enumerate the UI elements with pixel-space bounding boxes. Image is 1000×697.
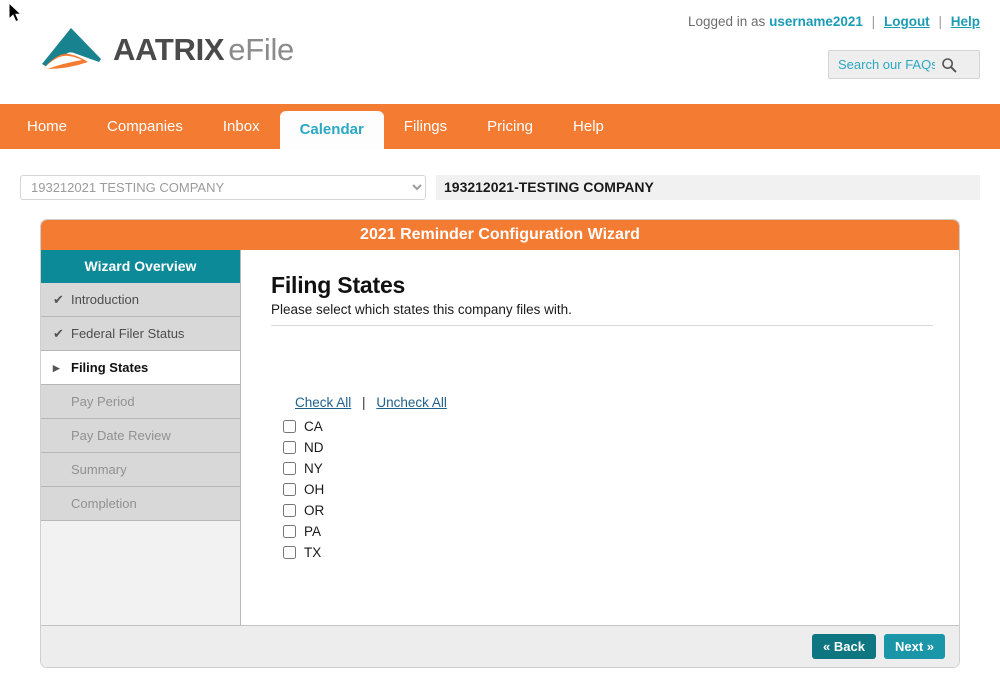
checkall-separator: | [362,395,366,410]
help-link[interactable]: Help [951,14,980,29]
state-label[interactable]: CA [304,419,323,434]
state-checkbox-or[interactable] [283,504,296,517]
wizard-step-label: Pay Date Review [71,427,171,443]
login-prefix: Logged in as [687,14,766,29]
caret-right-icon: ▸ [53,359,60,375]
state-checkbox-row[interactable]: CA [283,416,933,437]
sidebar-filler [41,521,240,625]
wizard-step-label: Federal Filer Status [71,325,185,341]
wizard-footer: « Back Next » [41,625,959,667]
nav-item-pricing[interactable]: Pricing [467,104,553,149]
wizard-step-label: Completion [71,495,137,511]
page-subtitle: Please select which states this company … [271,302,572,317]
state-checkbox-row[interactable]: NY [283,458,933,479]
page-title: Filing States [271,272,406,298]
wizard-title: 2021 Reminder Configuration Wizard [41,220,959,250]
company-select[interactable]: 193212021 TESTING COMPANY [20,175,426,200]
wizard-step-pay-period[interactable]: Pay Period [41,385,240,419]
back-button[interactable]: « Back [812,634,876,659]
site-header: AATRIX eFile Logged in as username2021 | … [0,0,1000,104]
state-label[interactable]: NY [304,461,323,476]
state-checkbox-row[interactable]: PA [283,521,933,542]
state-label[interactable]: ND [304,440,324,455]
login-separator-1: | [871,14,876,29]
page-root: AATRIX eFile Logged in as username2021 | … [0,0,1000,697]
brand-name: AATRIX [113,31,225,67]
next-button[interactable]: Next » [883,634,945,659]
nav-item-help[interactable]: Help [553,104,624,149]
username-label: username2021 [769,14,863,29]
wizard-step-introduction[interactable]: ✔ Introduction [41,283,240,317]
wizard-step-pay-date-review[interactable]: Pay Date Review [41,419,240,453]
state-checkbox-row[interactable]: TX [283,542,933,563]
wizard-step-label: Introduction [71,291,139,307]
nav-item-home[interactable]: Home [7,104,87,149]
state-checkbox-ca[interactable] [283,420,296,433]
search-icon[interactable] [941,57,957,73]
state-label[interactable]: OH [304,482,324,497]
check-icon: ✔ [53,291,64,307]
filing-states-list: CA ND NY OH OR PA TX [283,416,933,563]
wizard-step-label: Filing States [71,359,149,375]
wizard-step-label: Summary [71,461,127,477]
state-checkbox-ny[interactable] [283,462,296,475]
aatrix-mountain-logo-icon [42,28,101,69]
wizard-step-filing-states[interactable]: ▸ Filing States [41,351,240,385]
state-label[interactable]: OR [304,503,324,518]
wizard-main-content: Filing States Please select which states… [241,250,959,625]
login-status: Logged in as username2021 | Logout | Hel… [688,14,980,29]
wizard-step-label: Pay Period [71,393,135,409]
company-name-display: 193212021-TESTING COMPANY [436,175,980,200]
brand-product: eFile [228,31,294,67]
state-checkbox-oh[interactable] [283,483,296,496]
state-checkbox-row[interactable]: ND [283,437,933,458]
company-bar: 193212021 TESTING COMPANY 193212021-TEST… [20,175,980,200]
state-label[interactable]: PA [304,524,321,539]
nav-item-calendar[interactable]: Calendar [279,111,384,149]
reminder-configuration-wizard: 2021 Reminder Configuration Wizard Wizar… [40,219,960,668]
wizard-step-federal-filer-status[interactable]: ✔ Federal Filer Status [41,317,240,351]
state-checkbox-row[interactable]: OR [283,500,933,521]
nav-item-inbox[interactable]: Inbox [203,104,280,149]
mouse-cursor [8,2,23,23]
wizard-step-summary[interactable]: Summary [41,453,240,487]
state-checkbox-pa[interactable] [283,525,296,538]
wizard-step-completion[interactable]: Completion [41,487,240,521]
state-label[interactable]: TX [304,545,321,560]
main-navigation: Home Companies Inbox Calendar Filings Pr… [0,104,1000,149]
uncheck-all-link[interactable]: Uncheck All [376,395,447,410]
check-all-controls: Check All | Uncheck All [295,395,933,410]
faq-search-box[interactable] [828,50,980,79]
state-checkbox-tx[interactable] [283,546,296,559]
state-checkbox-nd[interactable] [283,441,296,454]
search-input[interactable] [829,51,941,78]
nav-item-filings[interactable]: Filings [384,104,467,149]
check-all-link[interactable]: Check All [295,395,351,410]
wizard-sidebar: Wizard Overview ✔ Introduction ✔ Federal… [41,250,241,625]
wizard-overview-heading: Wizard Overview [41,250,240,283]
brand-wordmark: AATRIX eFile [113,34,294,65]
brand-logo[interactable]: AATRIX eFile [38,26,294,72]
wizard-body: Wizard Overview ✔ Introduction ✔ Federal… [41,250,959,625]
login-separator-2: | [938,14,942,29]
content-divider [271,325,933,326]
check-icon: ✔ [53,325,64,341]
nav-item-companies[interactable]: Companies [87,104,203,149]
logout-link[interactable]: Logout [884,14,930,29]
state-checkbox-row[interactable]: OH [283,479,933,500]
